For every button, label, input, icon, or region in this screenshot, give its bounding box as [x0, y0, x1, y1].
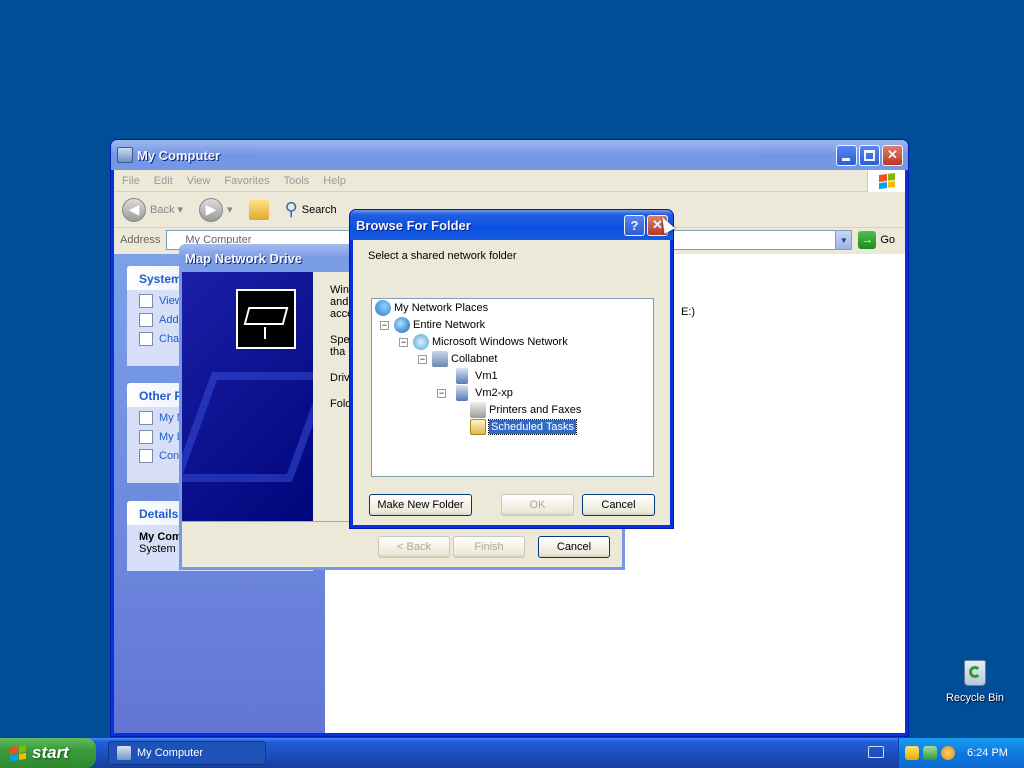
wizard-text: Win and acce Spe tha Driv Fold [330, 284, 350, 410]
my-computer-titlebar[interactable]: My Computer ✕ [111, 140, 908, 170]
window-title: My Computer [137, 147, 221, 163]
make-new-folder-button[interactable]: Make New Folder [369, 494, 472, 516]
wizard-banner [182, 272, 313, 521]
wizard-cancel-button[interactable]: Cancel [538, 536, 610, 558]
windows-flag-icon [10, 744, 26, 762]
maximize-button[interactable] [859, 144, 880, 166]
address-label: Address [120, 234, 161, 246]
windows-logo-icon [867, 170, 905, 192]
collapse-icon[interactable]: − [418, 355, 427, 364]
collapse-icon[interactable]: − [437, 389, 446, 398]
tree-node-collabnet[interactable]: Collabnet [432, 350, 497, 367]
browse-cancel-button[interactable]: Cancel [582, 494, 655, 516]
system-tray: 6:24 PM [898, 738, 1024, 768]
tree-node-my-network-places[interactable]: My Network Places [375, 299, 488, 316]
up-folder-button[interactable] [248, 199, 269, 220]
browse-titlebar[interactable]: Browse For Folder ? ✕ [350, 210, 673, 240]
menu-bar: File Edit View Favorites Tools Help [114, 170, 905, 192]
drive-label[interactable]: E:) [681, 306, 695, 318]
computer-icon [456, 384, 468, 401]
collapse-icon[interactable]: − [399, 338, 408, 347]
browse-title: Browse For Folder [356, 217, 471, 233]
computer-icon [117, 147, 133, 163]
globe-icon [394, 316, 410, 333]
network-drive-icon [236, 289, 296, 349]
back-wizard-button[interactable]: < Back [378, 536, 450, 558]
recycle-bin-icon[interactable]: Recycle Bin [940, 656, 1010, 704]
up-folder-icon [248, 199, 269, 220]
keyboard-icon[interactable] [868, 746, 884, 758]
windows-network-icon [413, 333, 429, 350]
tree-node-entire-network[interactable]: Entire Network [394, 316, 485, 333]
minimize-button[interactable] [836, 144, 857, 166]
browse-prompt: Select a shared network folder [368, 250, 517, 262]
tree-node-printers-and-faxes[interactable]: Printers and Faxes [470, 401, 581, 418]
menu-view[interactable]: View [187, 175, 211, 187]
search-tray-icon[interactable] [941, 746, 955, 760]
go-arrow-icon: → [858, 231, 877, 249]
search-icon: ⚲ [284, 199, 298, 219]
browse-for-folder-dialog: Browse For Folder ? ✕ Select a shared ne… [349, 209, 674, 529]
computer-icon [117, 746, 131, 760]
start-button[interactable]: start [0, 738, 96, 768]
recycle-bin-label: Recycle Bin [945, 692, 1005, 704]
security-shield-icon[interactable] [905, 746, 919, 760]
back-arrow-icon: ◀ [122, 197, 146, 222]
computer-icon [456, 367, 468, 384]
go-button[interactable]: → Go [858, 231, 895, 249]
tree-node-scheduled-tasks[interactable]: Scheduled Tasks [470, 418, 577, 435]
printer-icon [470, 401, 486, 418]
ok-button[interactable]: OK [501, 494, 574, 516]
finish-button[interactable]: Finish [453, 536, 525, 558]
tree-node-vm2-xp[interactable]: Vm2-xp [456, 384, 513, 401]
menu-tools[interactable]: Tools [284, 175, 310, 187]
search-button[interactable]: ⚲ Search [285, 199, 337, 220]
taskbar: start My Computer 6:24 PM [0, 738, 1024, 768]
menu-edit[interactable]: Edit [154, 175, 173, 187]
forward-button[interactable]: ▶ ▾ [199, 197, 233, 222]
back-button[interactable]: ◀ Back ▾ [122, 197, 183, 222]
tree-node-vm1[interactable]: Vm1 [456, 367, 498, 384]
clock[interactable]: 6:24 PM [967, 747, 1008, 759]
help-button[interactable]: ? [624, 214, 645, 236]
network-icon[interactable] [923, 746, 937, 760]
tree-node-microsoft-windows-network[interactable]: Microsoft Windows Network [413, 333, 568, 350]
menu-favorites[interactable]: Favorites [224, 175, 269, 187]
taskbar-item-my-computer[interactable]: My Computer [108, 741, 266, 765]
address-dropdown-icon[interactable]: ▼ [835, 231, 852, 249]
forward-arrow-icon: ▶ [199, 197, 224, 222]
menu-help[interactable]: Help [323, 175, 346, 187]
menu-file[interactable]: File [122, 175, 140, 187]
network-places-icon [375, 299, 391, 316]
workgroup-icon [432, 350, 448, 367]
folder-tree[interactable]: My Network Places − Entire Network − Mic… [371, 298, 654, 477]
close-button[interactable]: ✕ [882, 144, 903, 166]
collapse-icon[interactable]: − [380, 321, 389, 330]
recycle-bin-graphic [960, 656, 990, 688]
scheduled-tasks-folder-icon [470, 418, 486, 435]
